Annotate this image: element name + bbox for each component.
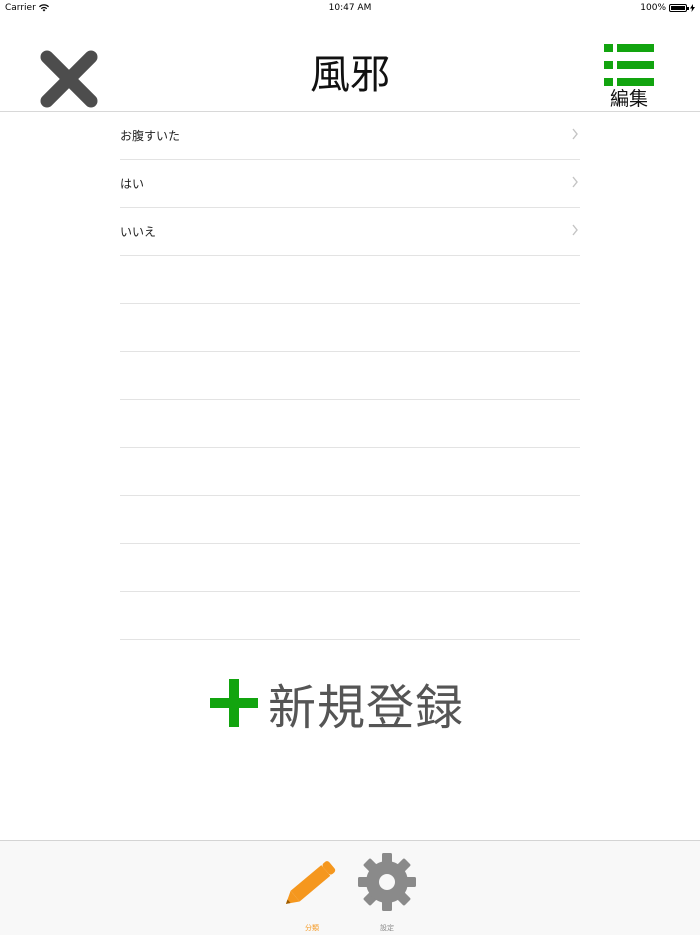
empty-row — [120, 544, 580, 592]
page-title: 風邪 — [310, 52, 390, 98]
edit-button[interactable]: 編集 — [600, 44, 658, 116]
chevron-right-icon — [572, 176, 578, 188]
battery-icon — [669, 4, 689, 12]
edit-label: 編集 — [609, 88, 648, 110]
list-item-label: はい — [120, 177, 145, 191]
gear-icon — [358, 853, 416, 911]
tab-classify-label: 分類 — [305, 924, 319, 932]
tab-classify[interactable]: 分類 — [280, 851, 344, 935]
chevron-right-icon — [572, 128, 578, 140]
plus-icon — [210, 679, 258, 727]
battery-percent: 100% — [640, 3, 666, 13]
empty-row — [120, 256, 580, 304]
status-bar: Carrier 10:47 AM 100% — [0, 0, 700, 16]
charging-bolt-icon — [690, 4, 695, 12]
list-item-label: いいえ — [120, 225, 157, 239]
tab-settings-label: 設定 — [380, 924, 394, 932]
status-time: 10:47 AM — [328, 3, 372, 13]
empty-row — [120, 448, 580, 496]
list-icon — [604, 44, 654, 86]
list-item[interactable]: いいえ — [120, 208, 580, 256]
nav-bar: 風邪 編集 — [0, 16, 700, 112]
list-item[interactable]: お腹すいた — [120, 112, 580, 160]
pencil-icon — [285, 861, 336, 904]
empty-row — [120, 592, 580, 640]
chevron-right-icon — [572, 224, 578, 236]
list-item-label: お腹すいた — [120, 129, 181, 143]
empty-row — [120, 400, 580, 448]
empty-row — [120, 304, 580, 352]
tab-bar: 分類 設定 — [0, 840, 700, 935]
add-new-button[interactable]: 新規登録 — [208, 672, 464, 736]
add-new-label: 新規登録 — [268, 680, 465, 736]
empty-row — [120, 352, 580, 400]
category-list: お腹すいた はい いいえ — [120, 112, 580, 640]
list-item[interactable]: はい — [120, 160, 580, 208]
empty-row — [120, 496, 580, 544]
tab-settings[interactable]: 設定 — [355, 851, 419, 935]
